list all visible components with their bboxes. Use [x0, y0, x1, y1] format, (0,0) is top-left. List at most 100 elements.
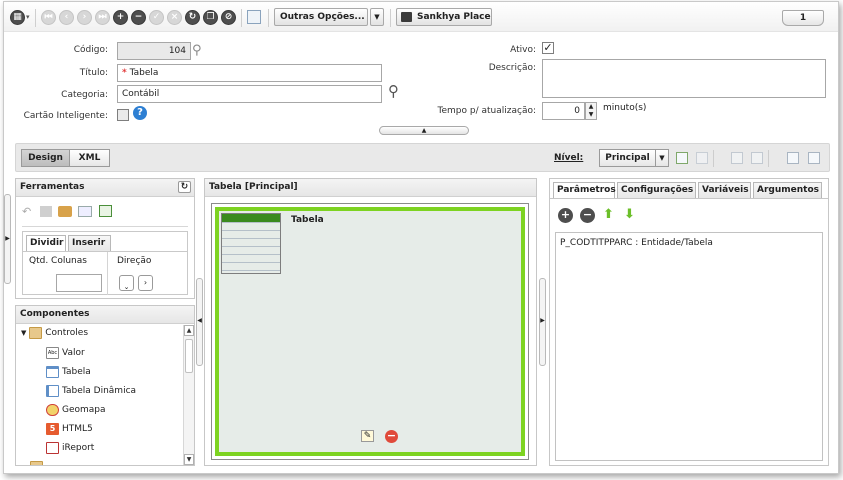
tree-root-controles[interactable]: ▼ Controles: [21, 324, 88, 343]
hierarchy-icon[interactable]: [787, 152, 799, 164]
folder-icon: [30, 460, 43, 465]
expand-arrow-icon: ▶: [5, 235, 10, 242]
cancel-icon[interactable]: ×: [167, 10, 182, 25]
remove-icon[interactable]: −: [131, 10, 146, 25]
ferramentas-tabs-box: Dividir Inserir Qtd. Colunas Direção ⌄ ›: [22, 231, 188, 295]
cartao-checkbox[interactable]: [117, 109, 129, 121]
tempo-field[interactable]: 0: [542, 102, 585, 120]
titulo-field[interactable]: * Tabela: [117, 64, 382, 82]
preview-icon[interactable]: [808, 152, 820, 164]
edit-icon[interactable]: ✎: [361, 430, 374, 442]
scroll-thumb[interactable]: [185, 339, 193, 373]
grid-menu-icon[interactable]: ▦: [10, 10, 25, 25]
component-container[interactable]: Tabela ✎ −: [215, 207, 525, 456]
design-bar: Design XML Nível: Principal ▼: [15, 143, 830, 172]
search-icon[interactable]: ⚲: [388, 82, 399, 100]
table-thumbnail[interactable]: [221, 213, 281, 274]
menu-dropdown-icon[interactable]: ▾: [26, 13, 30, 21]
help-icon[interactable]: ?: [133, 106, 147, 120]
last-record-icon[interactable]: ⏭: [95, 10, 110, 25]
refresh-icon[interactable]: ↻: [185, 10, 200, 25]
ireport-icon: [46, 441, 59, 454]
move-down-icon[interactable]: ⬇: [624, 207, 635, 222]
descricao-field[interactable]: [542, 59, 826, 98]
stepper-down-icon[interactable]: ▼: [586, 111, 596, 119]
nivel-select[interactable]: Principal: [599, 149, 656, 167]
expand-arrow-icon: ▶: [540, 317, 545, 324]
ativo-label: Ativo:: [510, 45, 536, 55]
add-level-icon[interactable]: [676, 152, 688, 164]
direction-vertical-icon[interactable]: ⌄: [119, 275, 134, 291]
attach-icon[interactable]: ⊘: [221, 10, 236, 25]
qtd-colunas-label: Qtd. Colunas: [29, 256, 87, 266]
qtd-colunas-input[interactable]: [56, 274, 102, 292]
tab-argumentos[interactable]: Argumentos: [753, 182, 822, 198]
previous-record-icon[interactable]: ‹: [59, 10, 74, 25]
direcao-label: Direção: [117, 256, 152, 266]
tree-item-valor[interactable]: Abc Valor: [46, 344, 85, 363]
componentes-scrollbar[interactable]: ▲ ▼: [183, 325, 194, 465]
paint-icon[interactable]: [58, 206, 72, 217]
divider: [22, 226, 188, 227]
refresh-icon[interactable]: ↻: [178, 181, 191, 193]
confirm-icon[interactable]: ✓: [149, 10, 164, 25]
duplicate-icon[interactable]: ❐: [203, 10, 218, 25]
tree-item-ireport[interactable]: iReport: [46, 439, 94, 458]
tree-item-tabela[interactable]: Tabela: [46, 363, 91, 382]
ativo-checkbox[interactable]: ✓: [542, 42, 554, 54]
stepper-up-icon[interactable]: ▲: [586, 103, 596, 111]
separator: [768, 150, 769, 167]
tree-item-tabela-dinamica[interactable]: Tabela Dinâmica: [46, 382, 136, 401]
parameter-row[interactable]: P_CODTITPPARC : Entidade/Tabela: [560, 238, 713, 248]
more-options-button[interactable]: Outras Opções...: [274, 8, 368, 26]
direction-horizontal-icon[interactable]: ›: [138, 275, 153, 291]
tempo-stepper[interactable]: ▲ ▼: [585, 102, 597, 120]
tab-dividir[interactable]: Dividir: [26, 235, 66, 252]
html5-icon: 5: [46, 422, 59, 435]
scroll-up-icon[interactable]: ▲: [184, 325, 194, 336]
component-label: Tabela: [291, 215, 324, 225]
left-splitter-handle[interactable]: ◀: [196, 278, 203, 366]
design-tab-button[interactable]: Design: [21, 149, 70, 167]
sankhya-place-button[interactable]: Sankhya Place: [396, 8, 492, 26]
move-up-icon[interactable]: ⬆: [603, 207, 614, 222]
add-parameter-icon[interactable]: +: [558, 208, 573, 223]
copy-icon[interactable]: [731, 152, 743, 164]
tab-parametros[interactable]: Parâmetros: [553, 182, 616, 199]
remove-icon[interactable]: −: [385, 430, 398, 443]
add-icon[interactable]: +: [113, 10, 128, 25]
tab-variaveis[interactable]: Variáveis: [698, 182, 751, 198]
report-icon[interactable]: [247, 10, 261, 24]
page-number[interactable]: 1: [782, 10, 824, 26]
more-options-dropdown-icon[interactable]: ▼: [370, 8, 384, 26]
nivel-dropdown-icon[interactable]: ▼: [655, 149, 669, 167]
codigo-label: Código:: [73, 45, 108, 55]
layout-icon[interactable]: [78, 206, 92, 217]
column-divider: [107, 252, 108, 295]
undo-icon[interactable]: ↶: [22, 205, 31, 218]
remove-parameter-icon[interactable]: −: [580, 208, 595, 223]
tree-item-html5[interactable]: 5 HTML5: [46, 420, 93, 439]
codigo-field[interactable]: 104: [117, 42, 191, 60]
value-icon: Abc: [46, 346, 59, 359]
cartao-label: Cartão Inteligente:: [23, 111, 108, 121]
table-icon: [46, 365, 59, 378]
app-window: ▦ ▾ ⏮ ‹ › ⏭ + − ✓ × ↻ ❐ ⊘ Outras Opções.…: [3, 1, 839, 474]
grid-add-icon[interactable]: [99, 205, 112, 217]
first-record-icon[interactable]: ⏮: [41, 10, 56, 25]
next-record-icon[interactable]: ›: [77, 10, 92, 25]
search-icon[interactable]: ⚲: [192, 43, 202, 58]
paste-icon[interactable]: [751, 152, 763, 164]
scroll-down-icon[interactable]: ▼: [184, 454, 194, 465]
tree-item-geomapa[interactable]: Geomapa: [46, 401, 106, 420]
remove-level-icon[interactable]: [696, 152, 708, 164]
right-splitter-handle[interactable]: ▶: [539, 278, 546, 366]
tab-configuracoes[interactable]: Configurações: [617, 182, 696, 198]
save-icon[interactable]: [40, 206, 52, 217]
xml-tab-button[interactable]: XML: [69, 149, 110, 167]
collapse-form-button[interactable]: ▲: [379, 126, 469, 135]
categoria-field[interactable]: Contábil: [117, 85, 382, 103]
tree-expand-icon[interactable]: ▼: [21, 329, 26, 337]
tab-inserir[interactable]: Inserir: [68, 235, 111, 251]
left-collapse-handle[interactable]: ▶: [4, 194, 11, 284]
